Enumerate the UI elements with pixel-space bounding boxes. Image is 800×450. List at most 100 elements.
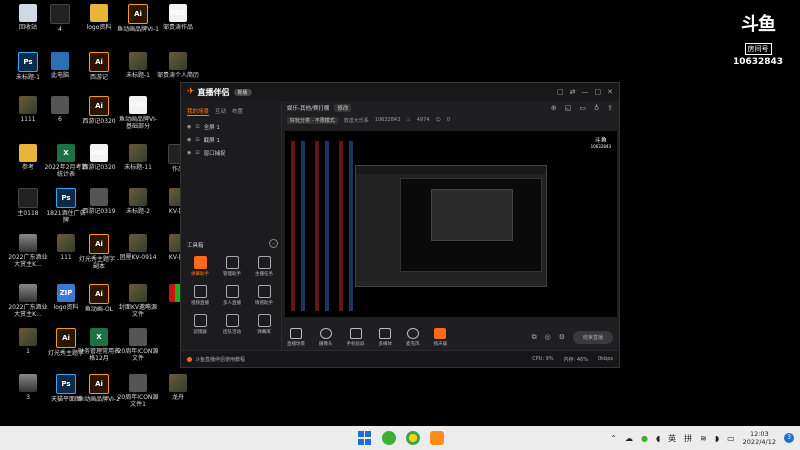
file-icon [51,52,69,70]
file-icon: Ai [56,328,76,348]
input-method[interactable]: 拼 [684,433,692,444]
desktop-icon[interactable]: Ai 西游记0320 [77,96,121,125]
mic-control[interactable]: 麦克风 [406,327,420,347]
scene-item[interactable]: ◉ ⊡ 窗口捕捉 [187,146,275,159]
file-icon [18,188,38,208]
view-icon[interactable]: ◎ [545,333,551,341]
bell-icon[interactable]: ♁ [594,104,599,112]
desktop-icon[interactable]: 4 [38,4,82,33]
tool-video-live[interactable]: 视频直播 [185,285,215,306]
desktop-icon[interactable]: 封面KV邀略源文件 [116,284,160,318]
desktop-icon[interactable]: 邹贵涛个人简历 [156,52,200,79]
eye-icon[interactable]: ◉ [187,150,191,156]
tool-team-activity[interactable]: 团队活动 [217,314,247,335]
browser-app-icon[interactable] [406,431,420,445]
tool-danmaku-library[interactable]: 弹幕库 [249,314,279,335]
lock-icon[interactable]: ⊡ [195,150,199,156]
room-number: 10632843 [732,57,784,67]
tab-my-scenes[interactable]: 我的场景 [187,107,210,116]
desktop-icon[interactable]: 20周年ICON源文件1 [116,374,160,408]
close-button[interactable]: ✕ [607,88,613,96]
file-icon [19,234,37,252]
chevron-up-icon[interactable]: ⌃ [610,434,617,443]
desktop-icon[interactable]: Ai 鱼动画品牌VI-1 [116,4,160,33]
desktop-icon[interactable]: 20周年ICON源文件 [116,328,160,362]
tool-host-tasks[interactable]: 主播任务 [249,256,279,277]
tab-layout[interactable]: 布置 [232,107,243,116]
cloud-icon[interactable]: ☁ [625,434,633,443]
maximize-button[interactable]: □ [595,88,602,96]
live-button[interactable]: 结束直播 [572,330,613,344]
desktop-icon[interactable]: 未标题-1 [116,52,160,79]
stream-preview[interactable]: 斗鱼 10632843 [285,131,617,317]
stream-area: 娱乐-其他/赛打棚 修改 ⊕ ◱ ▭ ♁ ⇪ 好玩分类 · 不限模式 放送大乐系… [281,101,619,351]
desktop-icon[interactable]: PDF 西游记0320 [77,144,121,171]
eye-icon[interactable]: ◉ [187,124,191,130]
volume-icon[interactable]: ◗ [715,434,719,443]
tutorial-link[interactable]: 斗鱼直播伴侣使用教程 [195,356,245,363]
scene-control[interactable]: 直播场景 [287,327,305,347]
eye-icon[interactable]: ◉ [187,137,191,143]
wifi-icon[interactable]: ≋ [700,434,707,443]
windows-start-icon[interactable] [358,431,372,445]
screen-icon[interactable]: ▭ [579,104,586,112]
share-icon[interactable]: ⇪ [607,104,613,112]
scene-list: ◉ ⊡ 全屏 1 ◉ ⊡ 截屏 1 ◉ ⊡ 窗口捕捉 [181,118,281,161]
tool-emotion-helper[interactable]: 情感助手 [249,285,279,306]
mini-window-icon[interactable]: □ [557,88,564,96]
desktop-icon[interactable]: X 财务管理常用表格12月 [77,328,121,362]
tutorial-icon [187,356,192,362]
lock-icon[interactable]: ⊡ [195,137,199,143]
wechat-tray-icon[interactable]: ● [641,434,648,443]
desktop-icon[interactable]: 6 [38,96,82,123]
phone-cast-control[interactable]: 手机投屏 [347,327,365,347]
tool-filter[interactable]: 滤镜器 [185,314,215,335]
gift-icon[interactable]: ◱ [565,104,572,112]
desktop-icon[interactable]: Ai 鱼动画品牌VI-2 [77,374,121,403]
desktop-icon[interactable]: 团厘KV-0914 [116,234,160,261]
app-logo-icon: ✈ [187,87,195,97]
tool-danmaku-helper[interactable]: 弹幕助手 [185,256,215,277]
tab-interaction[interactable]: 互动 [215,107,226,116]
scene-item[interactable]: ◉ ⊡ 全屏 1 [187,120,275,133]
camera-control[interactable]: 摄像头 [319,327,333,347]
tool-manage-helper[interactable]: 管理助手 [217,256,247,277]
lock-icon[interactable]: ⊡ [195,124,199,130]
input-language[interactable]: 英 [668,433,676,444]
desktop-icon[interactable]: Ai 西游记 [77,52,121,81]
desktop-icon[interactable]: Ai 鱼动画-OL [77,284,121,313]
desktop-icon[interactable]: logo资料 [77,4,121,31]
desktop-icon[interactable]: 此电脑 [38,52,82,79]
scene-item[interactable]: ◉ ⊡ 截屏 1 [187,133,275,146]
minimize-button[interactable]: — [582,88,589,96]
title-bar[interactable]: ✈ 直播伴侣 新版 □ ⇄ — □ ✕ [181,83,619,101]
preview-watermark-number: 10632843 [590,144,611,149]
notification-badge[interactable]: 3 [784,433,794,443]
desktop-icon[interactable]: 龙舟 [156,374,200,401]
battery-icon[interactable]: ▭ [727,434,735,443]
add-icon[interactable]: ⊕ [551,104,557,112]
desktop-icon-label: 封面KV邀略源文件 [118,304,158,318]
media-control[interactable]: 多媒体 [379,327,392,347]
desktop-icon[interactable]: PDF 邹贵涛作品 [156,4,200,31]
settings-icon[interactable]: ⚙ [559,333,565,341]
desktop-icon[interactable]: PDF 鱼动画品牌VI-基础部分 [116,96,160,130]
wechat-icon[interactable] [382,431,396,445]
edit-title-button[interactable]: 修改 [334,104,352,112]
desktop-icon[interactable]: 未标题-2 [116,188,160,215]
desktop-icon[interactable]: Ai 灯光秀主题字 - 副本 [77,234,121,270]
tool-label: 团队活动 [223,330,241,335]
version-badge[interactable]: 新版 [233,88,252,96]
streaming-app-icon[interactable] [430,431,444,445]
tool-multi-live[interactable]: 多人直播 [217,285,247,306]
switch-icon[interactable]: ⇄ [570,88,576,96]
category-pill[interactable]: 好玩分类 · 不限模式 [287,116,338,124]
clock[interactable]: 12:03 2022/4/12 [743,430,776,446]
desktop-icon[interactable]: 西游记0319 [77,188,121,215]
speaker-tray-icon[interactable]: ◖ [656,434,660,443]
desktop-icon[interactable]: 未标题-11 [116,144,160,171]
toolbox-more-button[interactable]: ··· [269,239,278,248]
record-icon[interactable]: ⧉ [532,333,537,342]
file-icon: Ps [56,374,76,394]
speaker-control[interactable]: 扬声器 [434,327,447,347]
